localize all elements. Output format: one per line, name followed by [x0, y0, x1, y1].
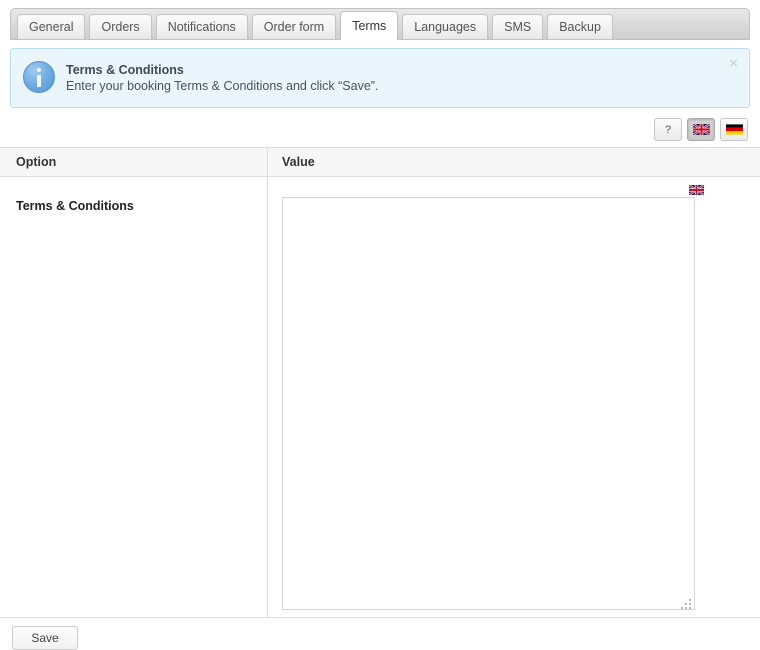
info-notice-text: Terms & Conditions Enter your booking Te…: [66, 61, 378, 95]
tab-label: Notifications: [167, 20, 236, 34]
tab-label: Languages: [414, 20, 477, 34]
tab-label: Order form: [263, 20, 325, 34]
table-cell-value: [268, 177, 760, 617]
language-toolbar: ?: [10, 118, 748, 141]
info-notice-title: Terms & Conditions: [66, 63, 184, 77]
tabbar-container: General Orders Notifications Order form …: [0, 0, 760, 40]
tab-list: General Orders Notifications Order form …: [10, 8, 750, 40]
tab-general[interactable]: General: [17, 14, 86, 39]
uk-flag-icon: [692, 124, 710, 135]
tab-order-form[interactable]: Order form: [251, 14, 337, 39]
tab-label: Orders: [101, 20, 140, 34]
close-icon[interactable]: ×: [726, 54, 741, 73]
question-mark-icon: ?: [664, 123, 672, 136]
tab-languages[interactable]: Languages: [402, 14, 489, 39]
terms-editor-wrapper: [282, 184, 704, 613]
tab-label: Terms: [352, 19, 387, 33]
info-notice-description: Enter your booking Terms & Conditions an…: [66, 79, 379, 93]
tab-notifications[interactable]: Notifications: [155, 14, 248, 39]
settings-table: Option Value Terms & Conditions: [0, 147, 760, 618]
form-actions: Save: [0, 618, 760, 650]
tab-orders[interactable]: Orders: [89, 14, 152, 39]
tab-sms[interactable]: SMS: [492, 14, 544, 39]
german-flag-icon: [725, 124, 743, 135]
tab-backup[interactable]: Backup: [547, 14, 613, 39]
table-cell-option: Terms & Conditions: [0, 177, 268, 617]
tab-label: Backup: [559, 20, 601, 34]
tab-terms[interactable]: Terms: [340, 11, 399, 40]
table-header-row: Option Value: [0, 148, 760, 177]
help-button[interactable]: ?: [654, 118, 682, 141]
uk-flag-icon: [689, 185, 704, 195]
tab-label: General: [29, 20, 74, 34]
table-row: Terms & Conditions: [0, 177, 760, 617]
tab-label: SMS: [504, 20, 532, 34]
language-en-button[interactable]: [687, 118, 715, 141]
info-notice: Terms & Conditions Enter your booking Te…: [10, 48, 750, 108]
column-header-option: Option: [0, 148, 268, 176]
language-de-button[interactable]: [720, 118, 748, 141]
info-icon: [23, 61, 55, 93]
row-label-terms: Terms & Conditions: [16, 199, 134, 213]
column-header-value: Value: [282, 155, 315, 169]
terms-textarea[interactable]: [282, 197, 695, 610]
save-button[interactable]: Save: [12, 626, 78, 650]
